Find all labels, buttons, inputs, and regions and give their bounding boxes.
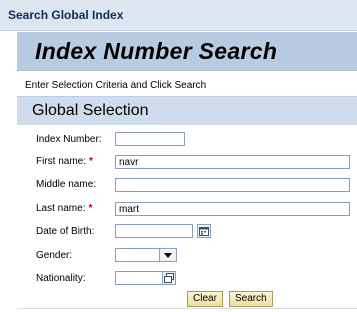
middle-name-field[interactable] — [115, 178, 350, 192]
clear-button[interactable]: Clear — [187, 291, 223, 307]
search-button[interactable]: Search — [229, 291, 273, 307]
chevron-down-icon[interactable] — [159, 249, 176, 261]
instruction-text: Enter Selection Criteria and Click Searc… — [25, 80, 207, 91]
calendar-icon[interactable] — [197, 224, 211, 238]
group-title: Global Selection — [32, 102, 149, 119]
chevron-down-icon-glyph — [164, 252, 172, 258]
last-name-label: Last name: * — [36, 203, 92, 214]
value-help-icon-glyph — [164, 273, 174, 283]
nationality-label: Nationality: — [36, 273, 86, 284]
calendar-icon-glyph — [199, 227, 209, 236]
window-titlebar: Search Global Index — [0, 0, 357, 31]
index-number-field[interactable] — [115, 132, 185, 146]
gender-select[interactable] — [115, 248, 177, 262]
window-title: Search Global Index — [8, 8, 124, 22]
first-name-label: First name: * — [36, 156, 93, 167]
last-name-field[interactable] — [115, 202, 350, 216]
required-marker: * — [89, 156, 93, 167]
first-name-field[interactable] — [115, 155, 350, 169]
index-number-label: Index Number: — [36, 134, 102, 145]
date-of-birth-field[interactable] — [115, 224, 193, 238]
value-help-icon[interactable] — [162, 271, 176, 285]
nationality-field[interactable] — [115, 271, 163, 285]
middle-name-label: Middle name: — [36, 179, 97, 190]
last-name-label-text: Last name: — [36, 203, 86, 214]
gender-label: Gender: — [36, 250, 73, 261]
date-of-birth-label: Date of Birth: — [36, 226, 95, 237]
page-title: Index Number Search — [35, 38, 278, 64]
first-name-label-text: First name: — [36, 156, 87, 167]
group-header: Global Selection — [17, 96, 357, 125]
page-banner: Index Number Search — [17, 32, 357, 71]
divider — [17, 308, 357, 309]
required-marker: * — [88, 203, 93, 214]
